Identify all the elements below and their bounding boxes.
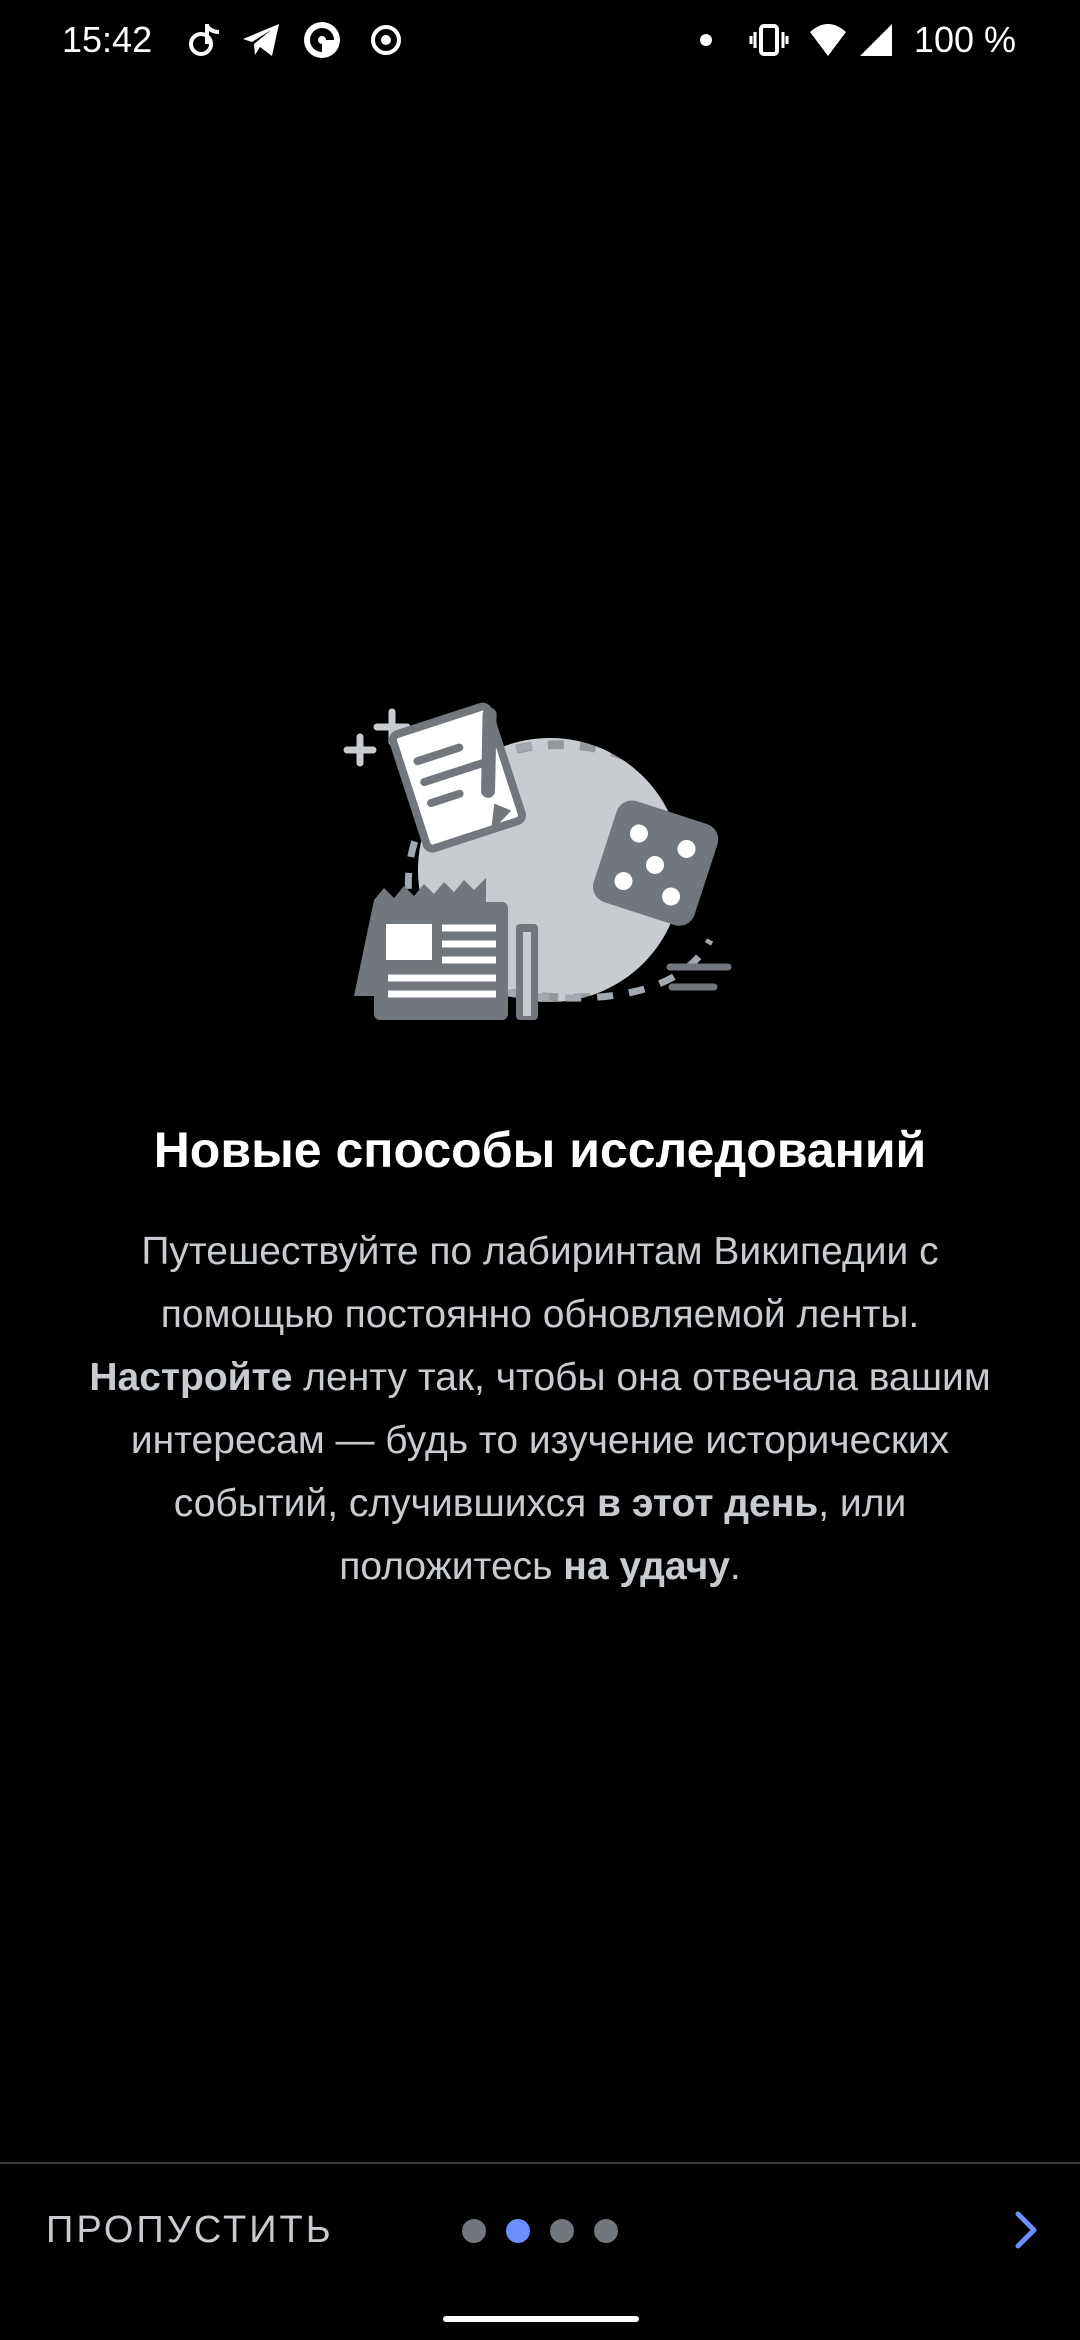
vibrate-icon [749, 20, 789, 60]
page-dot-2-active[interactable] [506, 2219, 530, 2243]
battery-percentage: 100 % [913, 19, 1016, 60]
next-button[interactable] [1004, 2208, 1048, 2252]
status-bar: 15:42 100 % [0, 0, 1080, 80]
onboarding-title: Новые способы исследований [153, 1122, 927, 1178]
tiktok-icon [183, 20, 223, 60]
shutter-app-icon [302, 20, 342, 60]
cell-signal-icon [856, 20, 896, 60]
description-bold-random: на удачу [563, 1545, 730, 1588]
skip-button[interactable]: ПРОПУСТИТЬ [46, 2205, 334, 2255]
page-dot-1[interactable] [462, 2219, 486, 2243]
page-dot-4[interactable] [594, 2219, 618, 2243]
gesture-navigation-bar[interactable] [443, 2316, 639, 2322]
record-icon [366, 20, 406, 60]
notification-dot-icon [686, 20, 726, 60]
telegram-icon [241, 20, 281, 60]
description-intro: Путешествуйте по лабиринтам Википедии с … [141, 1230, 939, 1336]
status-time: 15:42 [62, 19, 153, 60]
description-bold-on-this-day: в этот день [597, 1482, 819, 1525]
explore-feed-illustration [330, 680, 750, 1030]
page-indicator [462, 2219, 618, 2243]
description-bold-customize: Настройте [89, 1356, 293, 1399]
chevron-right-icon [1015, 2211, 1037, 2249]
description-text-4: . [729, 1545, 741, 1588]
bottom-divider [0, 2162, 1080, 2164]
page-dot-3[interactable] [550, 2219, 574, 2243]
onboarding-description: Путешествуйте по лабиринтам Википедии с … [70, 1220, 1010, 1598]
wifi-icon [808, 20, 848, 60]
